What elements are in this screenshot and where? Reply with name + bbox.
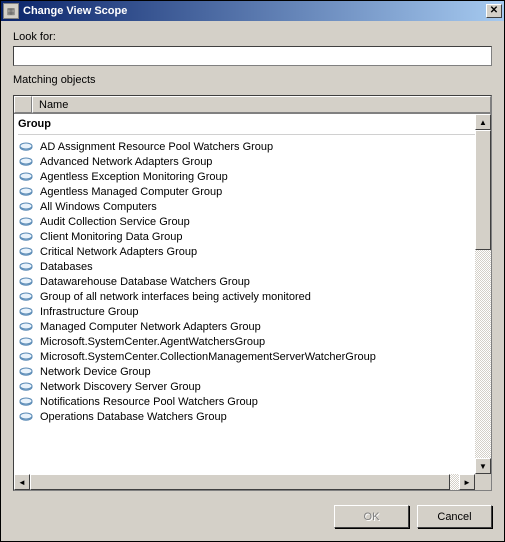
- list-item[interactable]: AD Assignment Resource Pool Watchers Gro…: [14, 139, 491, 154]
- list-item-label: Infrastructure Group: [40, 306, 138, 318]
- scroll-left-button[interactable]: ◄: [14, 474, 30, 490]
- list-body: Group AD Assignment Resource Pool Watche…: [14, 114, 491, 490]
- group-icon: [18, 261, 34, 273]
- list-item-label: AD Assignment Resource Pool Watchers Gro…: [40, 141, 273, 153]
- list-item[interactable]: Agentless Managed Computer Group: [14, 184, 491, 199]
- list-item-label: Datawarehouse Database Watchers Group: [40, 276, 250, 288]
- list-item-label: Network Device Group: [40, 366, 151, 378]
- list-item[interactable]: Group of all network interfaces being ac…: [14, 289, 491, 304]
- list-item-label: Group of all network interfaces being ac…: [40, 291, 311, 303]
- list-item[interactable]: Audit Collection Service Group: [14, 214, 491, 229]
- app-icon: ▦: [3, 3, 19, 19]
- group-icon: [18, 336, 34, 348]
- scroll-track-horizontal[interactable]: [450, 474, 459, 490]
- list-item-label: Databases: [40, 261, 93, 273]
- scroll-right-button[interactable]: ►: [459, 474, 475, 490]
- group-divider: [18, 134, 487, 135]
- scroll-thumb-vertical[interactable]: [475, 130, 491, 250]
- list-item-label: Microsoft.SystemCenter.CollectionManagem…: [40, 351, 376, 363]
- scroll-track-vertical[interactable]: [475, 250, 491, 458]
- group-icon: [18, 306, 34, 318]
- list-item-label: Notifications Resource Pool Watchers Gro…: [40, 396, 258, 408]
- group-icon: [18, 171, 34, 183]
- matching-label: Matching objects: [13, 74, 492, 86]
- group-icon: [18, 276, 34, 288]
- list-item-label: Critical Network Adapters Group: [40, 246, 197, 258]
- list-item[interactable]: Datawarehouse Database Watchers Group: [14, 274, 491, 289]
- close-button[interactable]: ✕: [486, 4, 502, 18]
- list-item[interactable]: Network Device Group: [14, 364, 491, 379]
- window-title: Change View Scope: [23, 5, 486, 17]
- list-item-label: Network Discovery Server Group: [40, 381, 201, 393]
- list-item[interactable]: Databases: [14, 259, 491, 274]
- list-item[interactable]: Critical Network Adapters Group: [14, 244, 491, 259]
- list-item[interactable]: Microsoft.SystemCenter.AgentWatchersGrou…: [14, 334, 491, 349]
- list-item-label: Operations Database Watchers Group: [40, 411, 227, 423]
- list-item-label: Microsoft.SystemCenter.AgentWatchersGrou…: [40, 336, 265, 348]
- group-icon: [18, 351, 34, 363]
- list-item[interactable]: Managed Computer Network Adapters Group: [14, 319, 491, 334]
- list-item-label: Agentless Managed Computer Group: [40, 186, 222, 198]
- client-area: Look for: Matching objects Name Group AD…: [1, 21, 504, 541]
- group-icon: [18, 381, 34, 393]
- group-header: Group: [14, 116, 55, 134]
- list-item[interactable]: Network Discovery Server Group: [14, 379, 491, 394]
- list-header: Name: [14, 96, 491, 114]
- group-icon: [18, 291, 34, 303]
- list-item-label: Agentless Exception Monitoring Group: [40, 171, 228, 183]
- list-item-label: Client Monitoring Data Group: [40, 231, 182, 243]
- dialog-window: ▦ Change View Scope ✕ Look for: Matching…: [0, 0, 505, 542]
- group-icon: [18, 156, 34, 168]
- group-icon: [18, 216, 34, 228]
- column-header-name[interactable]: Name: [32, 96, 491, 113]
- list-item[interactable]: Operations Database Watchers Group: [14, 409, 491, 424]
- column-header-icon[interactable]: [14, 96, 32, 113]
- button-row: OK Cancel: [13, 505, 492, 528]
- cancel-button[interactable]: Cancel: [417, 505, 492, 528]
- group-icon: [18, 201, 34, 213]
- group-icon: [18, 231, 34, 243]
- group-icon: [18, 411, 34, 423]
- list-item[interactable]: Microsoft.SystemCenter.CollectionManagem…: [14, 349, 491, 364]
- list-item-label: Managed Computer Network Adapters Group: [40, 321, 261, 333]
- scroll-corner: [475, 474, 491, 490]
- group-icon: [18, 321, 34, 333]
- scroll-up-button[interactable]: ▲: [475, 114, 491, 130]
- vertical-scrollbar[interactable]: ▲ ▼: [475, 114, 491, 474]
- list-item[interactable]: Notifications Resource Pool Watchers Gro…: [14, 394, 491, 409]
- scroll-down-button[interactable]: ▼: [475, 458, 491, 474]
- list-item[interactable]: All Windows Computers: [14, 199, 491, 214]
- horizontal-scrollbar[interactable]: ◄ ►: [14, 474, 475, 490]
- look-for-label: Look for:: [13, 31, 492, 43]
- list-item[interactable]: Agentless Exception Monitoring Group: [14, 169, 491, 184]
- list-item-label: All Windows Computers: [40, 201, 157, 213]
- scroll-thumb-horizontal[interactable]: [30, 474, 450, 490]
- group-icon: [18, 396, 34, 408]
- group-header-row: Group: [14, 116, 491, 134]
- listview[interactable]: Name Group AD Assignment Resource Pool W…: [13, 95, 492, 491]
- group-icon: [18, 246, 34, 258]
- list-item[interactable]: Client Monitoring Data Group: [14, 229, 491, 244]
- group-icon: [18, 141, 34, 153]
- list-item[interactable]: Infrastructure Group: [14, 304, 491, 319]
- look-for-input[interactable]: [13, 46, 492, 66]
- list-item[interactable]: Advanced Network Adapters Group: [14, 154, 491, 169]
- list-item-label: Audit Collection Service Group: [40, 216, 190, 228]
- ok-button[interactable]: OK: [334, 505, 409, 528]
- group-icon: [18, 366, 34, 378]
- titlebar: ▦ Change View Scope ✕: [1, 1, 504, 21]
- group-icon: [18, 186, 34, 198]
- list-item-label: Advanced Network Adapters Group: [40, 156, 212, 168]
